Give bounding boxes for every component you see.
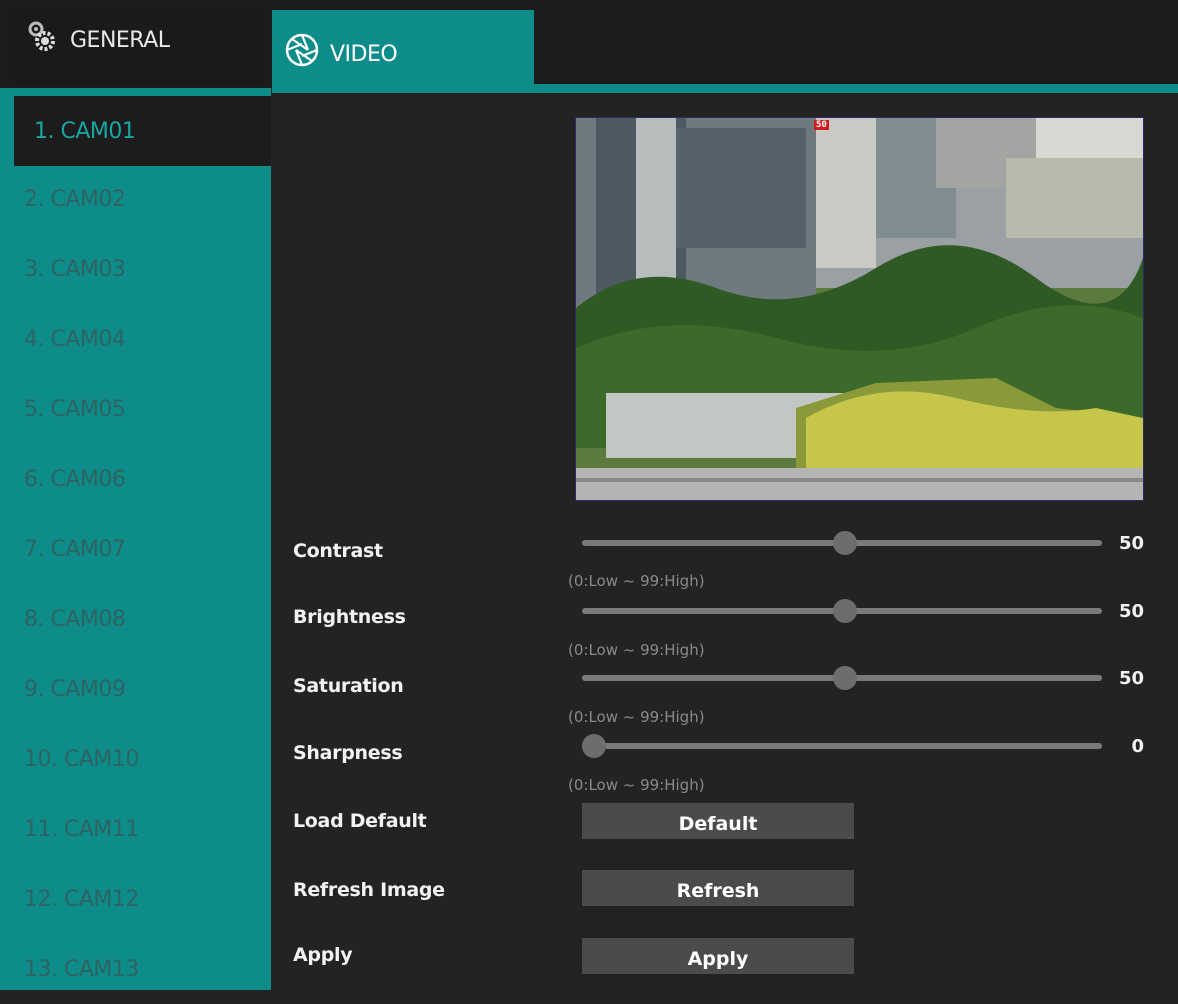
saturation-slider[interactable] [582,666,1102,690]
camera-list-item-label: 1. CAM01 [34,118,136,144]
refresh-button[interactable]: Refresh [582,870,854,906]
camera-list-item-label: 5. CAM05 [24,396,126,422]
sharpness-slider-thumb[interactable] [582,734,606,758]
camera-list-item-11[interactable]: 11. CAM11 [0,794,271,864]
brightness-slider[interactable] [582,599,1102,623]
camera-list-item-3[interactable]: 3. CAM03 [0,234,271,304]
sharpness-label: Sharpness [293,742,403,764]
saturation-range-hint: (0:Low ~ 99:High) [568,708,705,726]
camera-list-item-label: 13. CAM13 [24,956,139,982]
camera-list-item-label: 11. CAM11 [24,816,139,842]
camera-sidebar: 1. CAM01 2. CAM02 3. CAM03 4. CAM04 5. C… [0,88,271,990]
tab-video[interactable]: VIDEO [272,10,534,84]
camera-list-item-7[interactable]: 7. CAM07 [0,514,271,584]
camera-list-item-9[interactable]: 9. CAM09 [0,654,271,724]
brightness-value: 50 [1118,601,1144,622]
camera-list-item-label: 7. CAM07 [24,536,126,562]
saturation-value: 50 [1118,668,1144,689]
video-preview: 50 [575,117,1144,501]
camera-list-item-1[interactable]: 1. CAM01 [14,96,271,166]
tab-underline [272,84,1178,93]
contrast-slider[interactable] [582,531,1102,555]
tab-video-label: VIDEO [330,41,398,67]
tab-general[interactable]: GENERAL [10,8,266,84]
camera-list-item-label: 12. CAM12 [24,886,139,912]
refresh-image-label: Refresh Image [293,879,445,901]
sharpness-slider[interactable] [582,734,1102,758]
camera-list-item-label: 8. CAM08 [24,606,126,632]
sharpness-value: 0 [1131,736,1144,757]
camera-list-item-5[interactable]: 5. CAM05 [0,374,271,444]
camera-list-item-4[interactable]: 4. CAM04 [0,304,271,374]
camera-list-item-8[interactable]: 8. CAM08 [0,584,271,654]
tab-general-label: GENERAL [70,27,170,53]
load-default-label: Load Default [293,810,427,832]
sharpness-range-hint: (0:Low ~ 99:High) [568,776,705,794]
camera-list-item-6[interactable]: 6. CAM06 [0,444,271,514]
camera-list-item-label: 10. CAM10 [24,746,139,772]
brightness-label: Brightness [293,606,406,628]
camera-list-item-13[interactable]: 13. CAM13 [0,934,271,1004]
camera-list-item-label: 6. CAM06 [24,466,126,492]
apply-label: Apply [293,944,353,966]
camera-list-item-label: 3. CAM03 [24,256,126,282]
camera-list-item-label: 4. CAM04 [24,326,126,352]
brightness-slider-thumb[interactable] [832,599,857,623]
camera-shutter-icon [284,32,320,74]
camera-list-item-label: 9. CAM09 [24,676,126,702]
contrast-value: 50 [1118,533,1144,554]
video-preview-image [576,118,1143,500]
gears-icon [26,20,60,60]
saturation-label: Saturation [293,675,404,697]
camera-list-item-12[interactable]: 12. CAM12 [0,864,271,934]
contrast-label: Contrast [293,540,383,562]
camera-list-item-10[interactable]: 10. CAM10 [0,724,271,794]
contrast-slider-thumb[interactable] [832,531,857,555]
apply-button[interactable]: Apply [582,938,854,974]
preview-osd-label: 50 [814,120,829,130]
default-button[interactable]: Default [582,803,854,839]
camera-list-item-2[interactable]: 2. CAM02 [0,164,271,234]
sharpness-slider-track [582,743,1102,749]
camera-list-item-label: 2. CAM02 [24,186,126,212]
brightness-range-hint: (0:Low ~ 99:High) [568,641,705,659]
saturation-slider-thumb[interactable] [832,666,857,690]
contrast-range-hint: (0:Low ~ 99:High) [568,572,705,590]
